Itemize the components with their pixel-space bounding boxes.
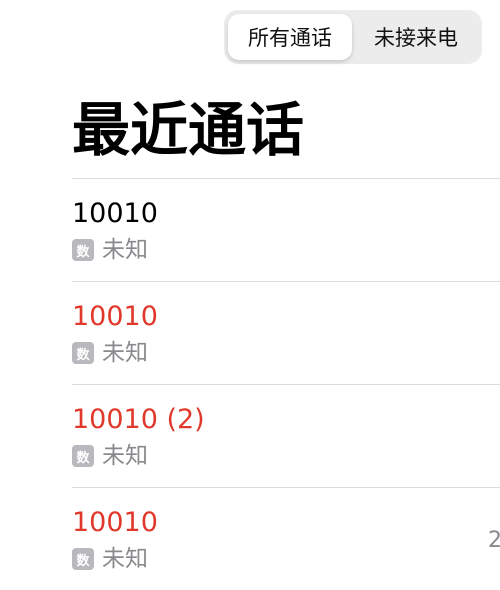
call-type-label: 未知	[102, 340, 148, 366]
call-type-label: 未知	[102, 237, 148, 263]
call-filter-segmented-control[interactable]: 所有通话 未接来电	[224, 10, 482, 64]
call-row[interactable]: 10010 (2) 数 未知	[72, 384, 500, 487]
call-row[interactable]: 10010 数 未知	[72, 178, 500, 281]
tab-all-calls-label: 所有通话	[248, 26, 332, 50]
sim-badge-icon: 数	[72, 445, 94, 467]
call-number: 10010	[72, 507, 158, 538]
call-details: 数 未知	[72, 338, 148, 368]
call-details: 数 未知	[72, 544, 148, 574]
call-number: 10010	[72, 198, 158, 229]
call-row[interactable]: 10010 数 未知 2	[72, 487, 500, 590]
tab-all-calls[interactable]: 所有通话	[228, 14, 352, 60]
call-type-label: 未知	[102, 443, 148, 469]
tab-missed-calls-label: 未接来电	[374, 26, 458, 50]
tab-missed-calls[interactable]: 未接来电	[354, 14, 478, 60]
page-title: 最近通话	[72, 96, 305, 164]
sim-badge-icon: 数	[72, 239, 94, 261]
sim-badge-icon: 数	[72, 342, 94, 364]
call-time: 2	[488, 528, 500, 553]
call-row[interactable]: 10010 数 未知	[72, 281, 500, 384]
call-details: 数 未知	[72, 235, 148, 265]
call-type-label: 未知	[102, 546, 148, 572]
call-number: 10010 (2)	[72, 404, 205, 435]
call-number: 10010	[72, 301, 158, 332]
call-details: 数 未知	[72, 441, 148, 471]
recent-calls-list: 10010 数 未知 10010 数 未知 10010 (2) 数 未知 100…	[72, 178, 500, 590]
sim-badge-icon: 数	[72, 548, 94, 570]
